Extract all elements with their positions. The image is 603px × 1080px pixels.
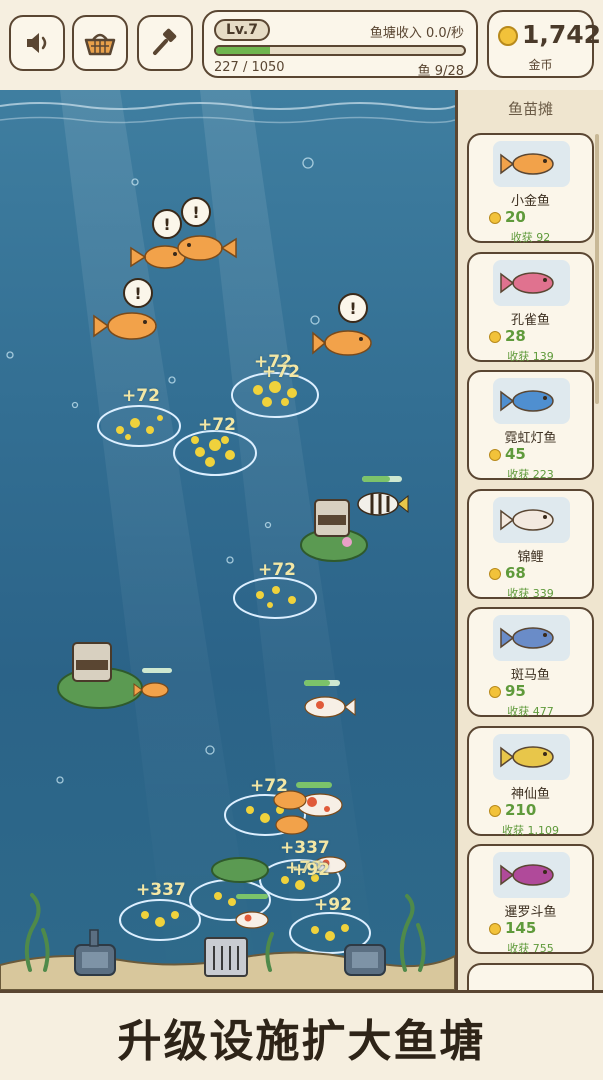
fish-price: 68: [505, 563, 526, 582]
coin-balance: 1,742: [522, 20, 602, 49]
coin-icon: [489, 567, 501, 580]
fish-name: 小金鱼: [510, 194, 550, 209]
speaker-icon: [27, 33, 47, 53]
promo-banner: 升级设施扩大鱼塘: [0, 990, 603, 1080]
shop-fish-card[interactable]: 锦鲤 68 收获 339: [467, 488, 594, 600]
fish-thumbnail: [493, 259, 570, 306]
fish-price: 95: [505, 682, 526, 700]
shop-fish-card-partial[interactable]: [467, 962, 594, 990]
water-pump-right[interactable]: [344, 944, 386, 976]
fish-shop-panel: 鱼苗摊 小金鱼 20 收获 92 孔雀鱼 28 收获 139 霓虹灯鱼 45 收获 223 锦鲤 6…: [455, 90, 603, 990]
goldfish-hungry[interactable]: !: [312, 293, 372, 356]
build-hammer-button[interactable]: [137, 15, 193, 71]
xp-progress-bar: [214, 45, 466, 56]
fish-harvest: 收获 339: [507, 586, 554, 600]
fish-name: 暹罗斗鱼: [504, 905, 557, 920]
hammer-icon: [153, 28, 177, 55]
fish-name: 神仙鱼: [510, 786, 550, 802]
fish-price: 28: [505, 326, 526, 345]
fish-thumbnail: [493, 141, 570, 187]
filter-device[interactable]: [204, 937, 248, 977]
fish-name: 孔雀鱼: [510, 312, 550, 328]
coin-pile-value: +72: [122, 386, 160, 406]
fish-harvest: 收获 139: [507, 349, 554, 363]
basket-icon: [84, 33, 116, 56]
coin-pile-value: +72: [258, 560, 296, 580]
fish-harvest: 收获 92: [510, 231, 551, 244]
level-panel: Lv.7 鱼塘收入 0.0/秒 227 / 1050 鱼 9/28: [202, 10, 478, 79]
svg-text:!: !: [163, 215, 170, 234]
xp-text: 227 / 1050: [214, 60, 285, 75]
fish-thumbnail: [493, 378, 570, 424]
pond-income: 鱼塘收入 0.0/秒: [369, 26, 464, 41]
fish-name: 锦鲤: [517, 549, 544, 565]
shop-fish-card[interactable]: 斑马鱼 95 收获 477: [467, 607, 594, 718]
coin-label: 金币: [528, 58, 553, 72]
fish-price: 45: [505, 445, 526, 463]
fish-thumbnail: [493, 733, 570, 780]
fish-thumbnail: [493, 496, 570, 543]
coin-pile-value: +337: [136, 880, 186, 900]
fish-thumbnail: [493, 615, 570, 661]
fish-pond[interactable]: ! ! ! ! +72 +72 +72 +72 +72 +72 +337 +33…: [0, 90, 455, 990]
shop-basket-button[interactable]: [72, 15, 128, 71]
shop-scrollbar[interactable]: [595, 134, 599, 404]
coin-pile-value: +92: [292, 860, 330, 880]
coin-icon: [489, 449, 501, 461]
svg-text:!: !: [192, 203, 199, 222]
shop-fish-card[interactable]: 孔雀鱼 28 收获 139: [467, 251, 594, 363]
coin-icon: [489, 330, 501, 343]
shop-fish-card[interactable]: 小金鱼 20 收获 92: [467, 133, 594, 244]
shop-fish-card[interactable]: 暹罗斗鱼 145 收获 755: [467, 844, 594, 955]
fish-harvest: 收获 1,109: [502, 823, 559, 837]
fish-harvest: 收获 755: [507, 942, 554, 955]
fish-thumbnail: [493, 852, 570, 898]
zebra-fish[interactable]: [357, 476, 409, 516]
coin-pile-value: +72: [250, 776, 288, 796]
sound-button[interactable]: [9, 15, 65, 71]
fish-name: 斑马鱼: [510, 668, 550, 683]
top-hud: Lv.7 鱼塘收入 0.0/秒 227 / 1050 鱼 9/28 1,742 …: [0, 0, 603, 90]
fish-harvest: 收获 477: [507, 705, 554, 718]
shop-fish-card[interactable]: 神仙鱼 210 收获 1,109: [467, 725, 594, 837]
coin-pile-value: +92: [314, 895, 352, 915]
xp-progress-fill: [216, 47, 270, 54]
coin-icon: [489, 212, 501, 224]
coin-panel: 1,742 金币: [487, 10, 601, 78]
svg-text:!: !: [349, 299, 356, 318]
fish-count: 鱼 9/28: [417, 64, 464, 79]
shop-title: 鱼苗摊: [507, 100, 553, 118]
svg-text:!: !: [134, 284, 141, 303]
fish-name: 霓虹灯鱼: [504, 431, 557, 446]
lily-pad: [211, 857, 269, 883]
level-badge: Lv.7: [214, 19, 270, 41]
coin-icon: [498, 26, 518, 46]
coin-icon: [489, 686, 501, 698]
pond-scene: ! ! ! !: [0, 90, 455, 990]
fish-price: 145: [505, 919, 537, 937]
coin-icon: [489, 923, 501, 935]
coin-pile-value: +72: [198, 415, 236, 435]
water-pump-left[interactable]: [74, 929, 116, 976]
fish-harvest: 收获 223: [507, 468, 554, 481]
fish-price: 210: [505, 800, 537, 819]
coin-pile-value: +337: [280, 838, 330, 858]
coin-icon: [489, 804, 501, 817]
coin-pile-value: +72: [262, 362, 300, 382]
fish-price: 20: [505, 208, 526, 226]
shop-fish-card[interactable]: 霓虹灯鱼 45 收获 223: [467, 370, 594, 481]
promo-banner-text: 升级设施扩大鱼塘: [117, 1015, 486, 1067]
